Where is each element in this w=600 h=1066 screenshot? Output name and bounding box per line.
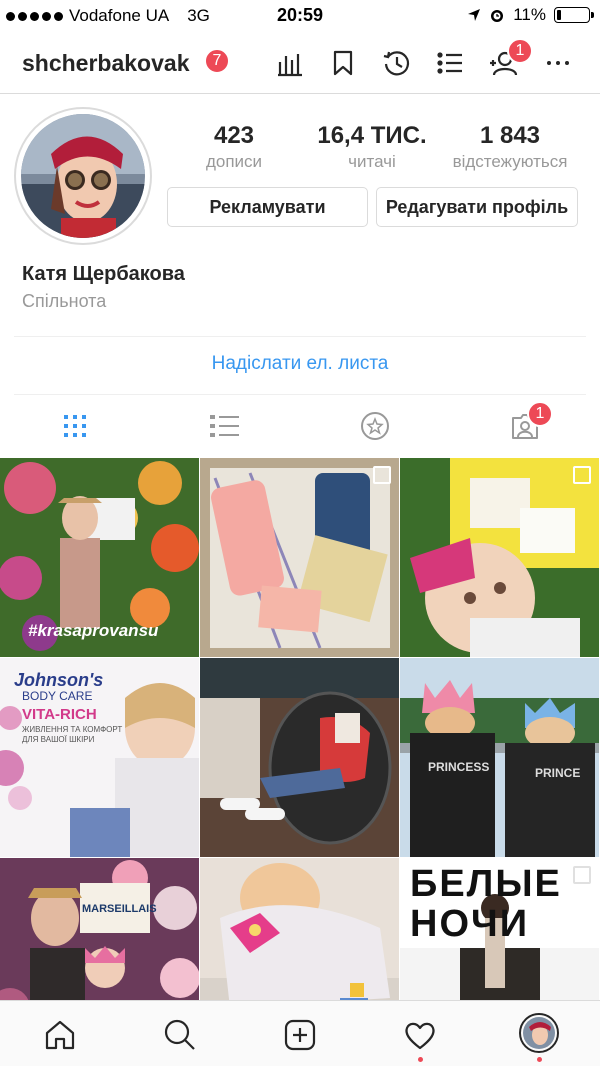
product-tagline-text: ЖИВЛЕННЯ ТА КОМФОРТ: [22, 725, 123, 734]
brand-sub-text: BODY CARE: [22, 689, 93, 703]
post-tile[interactable]: [200, 658, 399, 857]
profile-indicator-dot: [537, 1057, 542, 1062]
profile-category: Спільнота: [22, 291, 107, 311]
notification-badge: 7: [204, 48, 230, 74]
list-view-icon[interactable]: [200, 404, 250, 448]
list-icon[interactable]: [433, 46, 467, 80]
saved-star-icon[interactable]: [350, 404, 400, 448]
sign-text: БЕЛЫЕ НОЧИ: [410, 863, 562, 945]
following-count-label: відстежуються: [452, 152, 568, 171]
divider: [14, 394, 586, 395]
profile-full-name: Катя Щербакова: [22, 263, 185, 285]
shirt-text: PRINCESS: [428, 760, 490, 774]
product-line-text: VITA-RICH: [22, 706, 97, 723]
profile-avatar[interactable]: [519, 1013, 559, 1053]
location-icon: [468, 9, 481, 21]
email-button[interactable]: Надіслати ел. листа: [0, 353, 600, 375]
followers-count[interactable]: 16,4 ТИС. читачі: [302, 122, 442, 172]
following-count-value: 1 843: [479, 122, 541, 149]
brand-logo-text: Johnson's: [14, 670, 104, 690]
bottom-navigation: [0, 1000, 600, 1066]
activity-heart-icon[interactable]: [400, 1015, 440, 1055]
edit-profile-button[interactable]: Редагувати профіль: [376, 187, 578, 227]
posts-count-label: дописи: [205, 152, 263, 171]
avatar-photo: [21, 114, 145, 238]
tagged-badge: 1: [527, 401, 553, 427]
insights-icon[interactable]: [273, 46, 307, 80]
post-tile[interactable]: [400, 458, 599, 657]
followers-count-label: читачі: [348, 152, 396, 171]
header-username[interactable]: shcherbakovak: [22, 50, 189, 77]
follow-requests-badge: 1: [507, 38, 533, 64]
promote-button[interactable]: Рекламувати: [167, 187, 368, 227]
multiple-photos-icon: [573, 866, 591, 884]
battery-percent: 11%: [513, 5, 546, 24]
profile-header: shcherbakovak 7 1: [0, 32, 600, 94]
post-tile[interactable]: [200, 458, 399, 657]
posts-count-value: 423: [213, 122, 255, 149]
post-tile[interactable]: Johnson's BODY CARE VITA-RICH ЖИВЛЕННЯ Т…: [0, 658, 199, 857]
search-icon[interactable]: [160, 1015, 200, 1055]
status-bar: Vodafone UA 3G 20:59 11%: [0, 0, 600, 32]
multiple-photos-icon: [373, 466, 391, 484]
grid-icon[interactable]: [50, 404, 100, 448]
archive-icon[interactable]: [380, 46, 414, 80]
following-count[interactable]: 1 843 відстежуються: [440, 122, 580, 172]
multiple-photos-icon: [573, 466, 591, 484]
bookmark-icon[interactable]: [326, 46, 360, 80]
divider: [14, 336, 586, 337]
battery-icon: [554, 7, 594, 23]
profile-avatar[interactable]: [14, 107, 152, 245]
post-tile[interactable]: #krasaprovansu: [0, 458, 199, 657]
post-tile[interactable]: PRINCESS PRINCE: [400, 658, 599, 857]
product-tagline-text: ДЛЯ ВАШОЇ ШКІРИ: [22, 735, 95, 744]
followers-count-value: 16,4 ТИС.: [317, 122, 427, 149]
shirt-text: PRINCE: [535, 766, 581, 780]
more-icon[interactable]: [541, 46, 575, 80]
activity-indicator-dot: [418, 1057, 423, 1062]
post-caption-text: #krasaprovansu: [28, 621, 159, 640]
home-icon[interactable]: [40, 1015, 80, 1055]
alarm-icon: [491, 10, 504, 22]
posts-count[interactable]: 423 дописи: [164, 122, 304, 172]
new-post-icon[interactable]: [280, 1015, 320, 1055]
sign-text: MARSEILLAIS: [82, 903, 157, 915]
